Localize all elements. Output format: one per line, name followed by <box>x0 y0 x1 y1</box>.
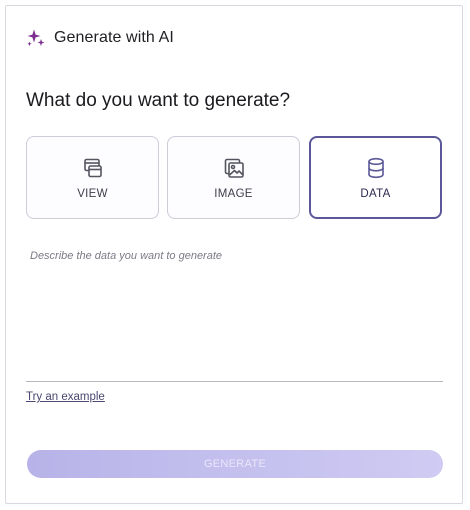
description-input[interactable] <box>26 244 443 382</box>
try-example-link[interactable]: Try an example <box>26 391 105 403</box>
panel-title: Generate with AI <box>54 29 174 46</box>
generate-button[interactable]: GENERATE <box>27 450 443 478</box>
panel-header: Generate with AI <box>26 28 174 48</box>
option-view[interactable]: VIEW <box>26 136 159 219</box>
generate-type-options: VIEW IMAGE DATA <box>26 136 442 219</box>
window-stack-icon <box>83 158 102 177</box>
option-image-label: IMAGE <box>214 187 253 200</box>
option-data[interactable]: DATA <box>309 136 442 219</box>
image-icon <box>224 158 244 178</box>
generate-ai-panel: Generate with AI What do you want to gen… <box>5 5 463 504</box>
option-image[interactable]: IMAGE <box>167 136 300 219</box>
option-data-label: DATA <box>360 187 391 200</box>
database-icon <box>367 157 384 178</box>
question-heading: What do you want to generate? <box>26 90 291 111</box>
option-view-label: VIEW <box>77 187 108 200</box>
sparkle-icon <box>27 29 45 47</box>
